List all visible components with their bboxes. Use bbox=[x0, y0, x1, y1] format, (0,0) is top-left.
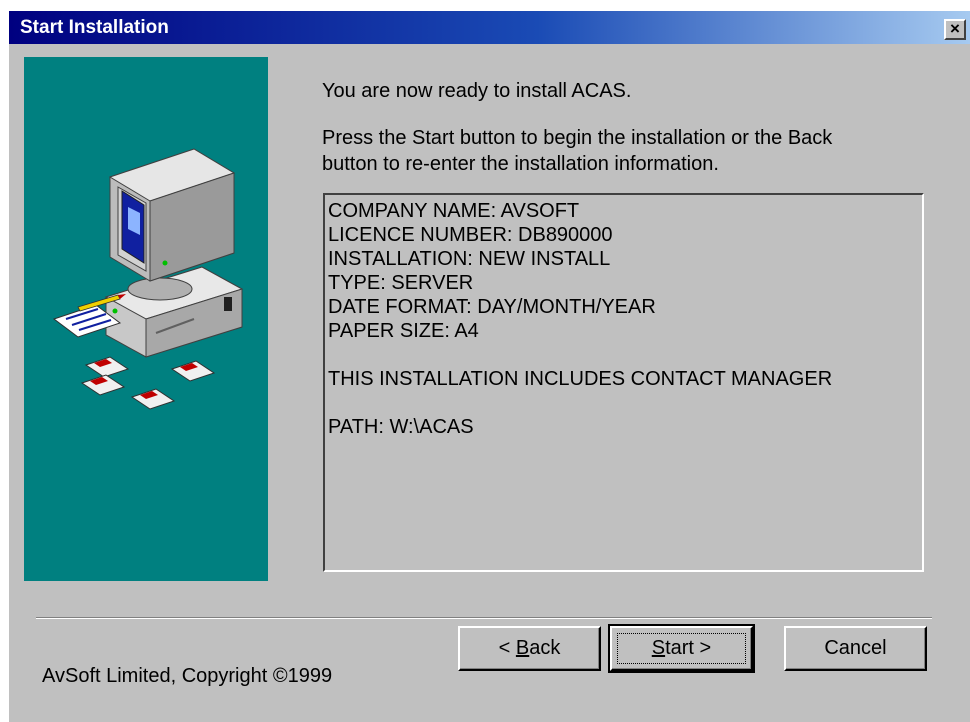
close-button[interactable]: × bbox=[944, 19, 966, 40]
summary-line-type: TYPE: SERVER bbox=[328, 272, 474, 294]
summary-line-installation: INSTALLATION: NEW INSTALL bbox=[328, 248, 611, 270]
back-button[interactable]: < Back bbox=[458, 626, 601, 671]
title-bar[interactable]: Start Installation × bbox=[9, 11, 970, 44]
window-title: Start Installation bbox=[20, 17, 169, 38]
summary-line-contact-manager: THIS INSTALLATION INCLUDES CONTACT MANAG… bbox=[328, 368, 833, 390]
instructions-line-2: button to re-enter the installation info… bbox=[322, 153, 719, 175]
summary-line-path: PATH: W:\ACAS bbox=[328, 416, 474, 438]
close-icon: × bbox=[950, 19, 960, 38]
start-button[interactable]: Start > bbox=[608, 624, 755, 673]
instructions-line-1: Press the Start button to begin the inst… bbox=[322, 127, 833, 149]
summary-line-company: COMPANY NAME: AVSOFT bbox=[328, 200, 580, 222]
summary-blank-line bbox=[328, 343, 922, 367]
cancel-button[interactable]: Cancel bbox=[784, 626, 927, 671]
summary-line-date-format: DATE FORMAT: DAY/MONTH/YEAR bbox=[328, 296, 656, 318]
footer-separator bbox=[36, 617, 932, 619]
computer-illustration bbox=[52, 148, 244, 410]
floppy-disk-icon bbox=[80, 356, 216, 410]
copyright-text: AvSoft Limited, Copyright ©1999 bbox=[42, 665, 333, 687]
installation-summary-box[interactable]: COMPANY NAME: AVSOFT LICENCE NUMBER: DB8… bbox=[323, 193, 924, 572]
summary-line-paper-size: PAPER SIZE: A4 bbox=[328, 320, 479, 342]
side-illustration-panel bbox=[24, 57, 268, 581]
ready-message: You are now ready to install ACAS. bbox=[322, 80, 632, 102]
back-button-label: < Back bbox=[498, 637, 561, 659]
summary-line-licence: LICENCE NUMBER: DB890000 bbox=[328, 224, 613, 246]
summary-blank-line bbox=[328, 391, 922, 415]
computer-icon bbox=[104, 148, 244, 358]
focus-rectangle bbox=[617, 633, 746, 664]
